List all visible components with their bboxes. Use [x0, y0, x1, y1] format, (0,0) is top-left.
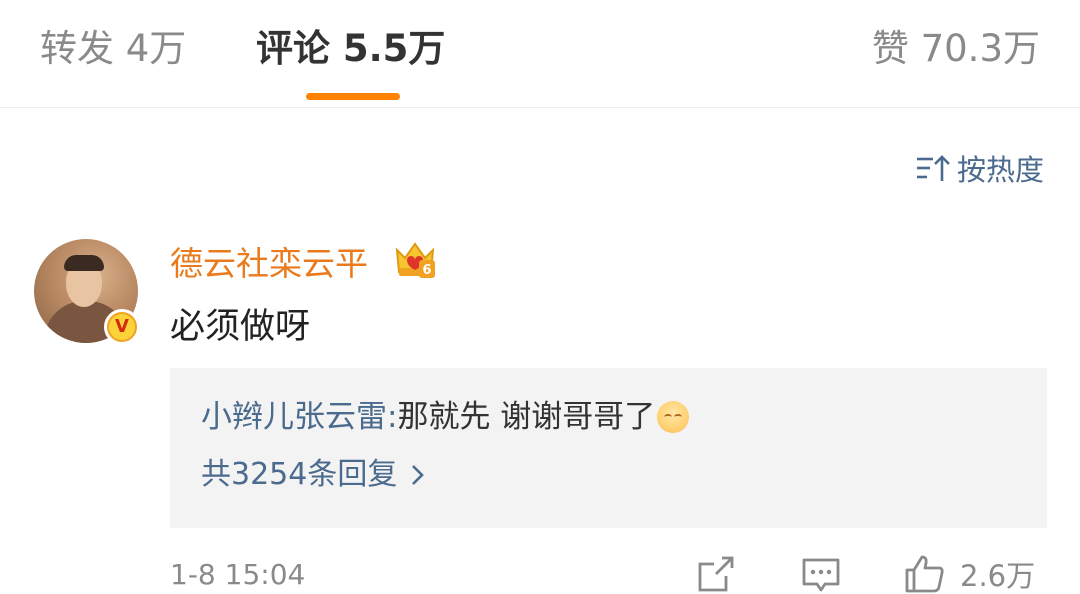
share-button[interactable]	[696, 553, 736, 594]
reply-count-label: 共3254条回复	[201, 457, 398, 492]
like-button[interactable]: 2.6万	[904, 553, 1035, 594]
sort-button[interactable]: 按热度	[915, 148, 1044, 188]
comment-text: 必须做呀	[170, 307, 311, 347]
comment-timestamp: 1-8 15:04	[170, 558, 306, 591]
comment-button[interactable]	[801, 553, 841, 594]
membership-level: 6	[422, 263, 431, 278]
reply-line: 小辫儿张云雷 : 那就先 谢谢哥哥了	[201, 396, 690, 438]
tab-comment[interactable]: 评论 5.5万	[256, 24, 445, 74]
tab-bar: 转发 4万 评论 5.5万 赞 70.3万	[0, 0, 1080, 108]
verified-badge-label: V	[109, 314, 135, 340]
reply-username[interactable]: 小辫儿张云雷	[201, 396, 387, 438]
comment-bubble-icon	[802, 558, 840, 592]
comment-username[interactable]: 德云社栾云平	[170, 242, 368, 286]
sort-icon	[916, 155, 950, 181]
crown-icon[interactable]: 6	[393, 238, 437, 282]
tab-like[interactable]: 赞 70.3万	[872, 24, 1040, 74]
avatar-hair	[64, 255, 104, 271]
active-tab-indicator	[306, 93, 400, 100]
reply-separator: :	[387, 399, 398, 435]
verified-badge-icon: V	[104, 309, 140, 345]
reply-preview[interactable]: 小辫儿张云雷 : 那就先 谢谢哥哥了 共3254条回复	[170, 368, 1047, 528]
reply-count-link[interactable]: 共3254条回复	[201, 454, 425, 496]
shy-smile-emoji-icon	[657, 401, 690, 433]
chevron-right-icon	[412, 465, 425, 485]
reply-text: 那就先 谢谢哥哥了	[397, 399, 656, 435]
tab-repost[interactable]: 转发 4万	[40, 24, 186, 74]
sort-label: 按热度	[956, 153, 1044, 187]
thumbs-up-icon	[905, 555, 944, 593]
share-icon	[698, 556, 734, 592]
like-count: 2.6万	[960, 559, 1036, 593]
